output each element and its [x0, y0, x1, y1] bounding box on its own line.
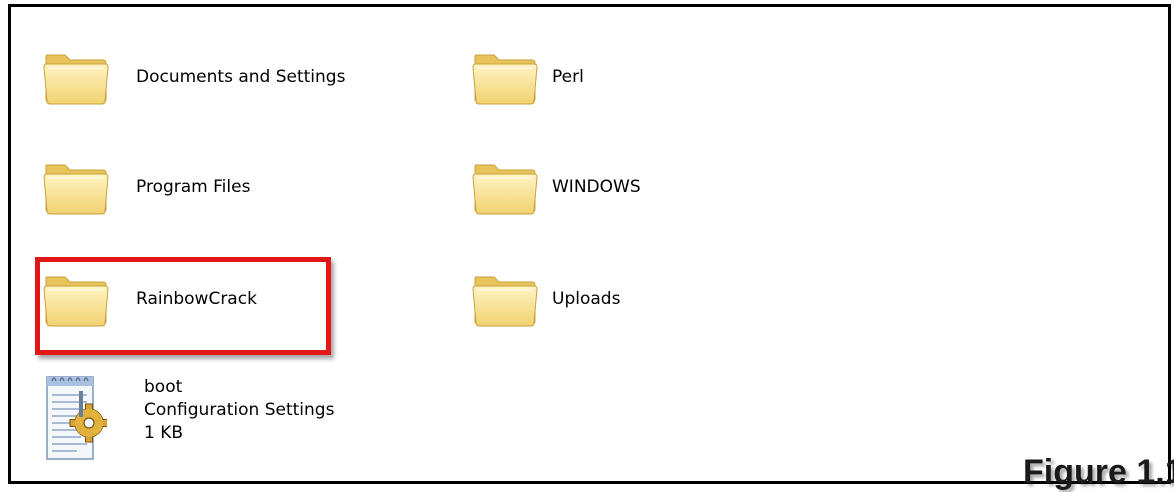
folder-icon: [470, 267, 540, 329]
folder-icon: [470, 45, 540, 107]
folder-label: Perl: [552, 67, 584, 87]
folder-icon: [41, 45, 111, 107]
folder-icon: [470, 155, 540, 217]
file-name: boot: [144, 377, 183, 397]
folder-documents-and-settings[interactable]: Documents and Settings: [35, 41, 365, 111]
folder-icon: [41, 155, 111, 217]
file-type: Configuration Settings: [144, 400, 335, 420]
figure-caption: Figure 1.1: [1023, 453, 1174, 491]
highlight-annotation-box: [35, 257, 331, 355]
folder-label: WINDOWS: [552, 177, 641, 197]
explorer-content-frame: Documents and Settings Perl Program File…: [8, 4, 1174, 491]
folder-windows[interactable]: WINDOWS: [466, 151, 766, 221]
file-details: boot Configuration Settings 1 KB: [144, 376, 334, 445]
config-file-gear-icon: [46, 376, 107, 460]
file-size: 1 KB: [144, 423, 184, 443]
folder-perl[interactable]: Perl: [466, 41, 766, 111]
folder-program-files[interactable]: Program Files: [35, 151, 365, 221]
folder-label: Uploads: [552, 289, 621, 309]
folder-uploads[interactable]: Uploads: [466, 263, 766, 333]
folder-label: Program Files: [136, 177, 251, 197]
folder-label: Documents and Settings: [136, 67, 346, 87]
